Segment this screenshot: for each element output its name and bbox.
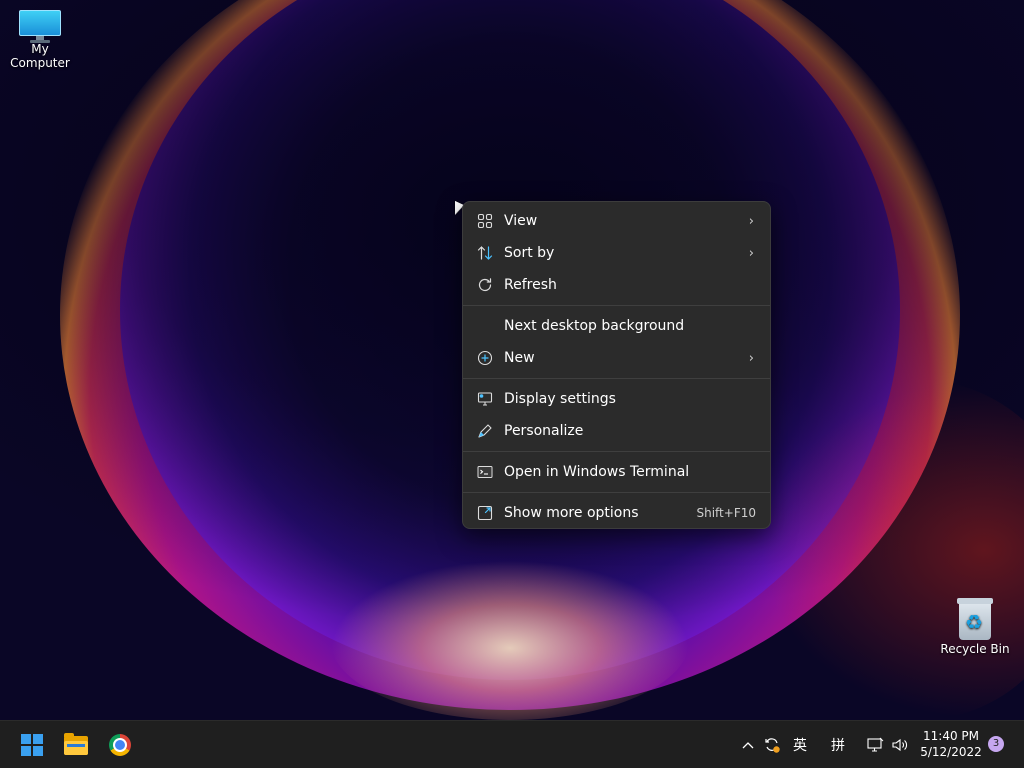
expand-icon <box>476 505 494 521</box>
menu-item-label: Display settings <box>504 391 616 407</box>
menu-separator <box>463 492 770 493</box>
volume-button[interactable] <box>888 721 912 768</box>
recycle-bin-icon: ♻ <box>957 598 993 640</box>
speaker-icon <box>892 738 907 752</box>
chrome-icon <box>109 734 131 756</box>
menu-item-windows-terminal[interactable]: Open in Windows Terminal <box>463 456 770 488</box>
menu-item-personalize[interactable]: Personalize <box>463 415 770 447</box>
ime-mode-button[interactable]: 拼 <box>826 721 850 768</box>
terminal-icon <box>476 464 494 480</box>
menu-separator <box>463 305 770 306</box>
menu-item-label: Next desktop background <box>504 318 685 334</box>
taskbar-file-explorer[interactable] <box>60 729 92 761</box>
menu-separator <box>463 378 770 379</box>
display-icon <box>476 391 494 407</box>
clock-button[interactable]: 11:40 PM 5/12/2022 <box>916 728 986 760</box>
chevron-up-icon <box>742 742 754 749</box>
desktop-icon-label: Recycle Bin <box>940 642 1010 656</box>
show-hidden-icons-button[interactable] <box>738 721 758 768</box>
menu-item-label: Sort by <box>504 245 555 261</box>
taskbar: 英 拼 11:40 PM 5/12/2022 <box>0 720 1024 768</box>
windows-start-icon <box>21 734 43 756</box>
menu-item-display-settings[interactable]: Display settings <box>463 383 770 415</box>
ime-language-button[interactable]: 英 <box>788 721 812 768</box>
notification-badge[interactable]: 3 <box>988 736 1004 752</box>
ime-language-label: 英 <box>793 738 807 754</box>
network-button[interactable] <box>864 721 886 768</box>
shortcut-label: Shift+F10 <box>696 506 756 520</box>
menu-item-label: New <box>504 350 535 366</box>
menu-item-new[interactable]: New › <box>463 342 770 374</box>
sync-warning-icon <box>765 738 780 753</box>
desktop-icon-recycle-bin[interactable]: ♻ Recycle Bin <box>935 598 1015 656</box>
menu-item-label: Personalize <box>504 423 584 439</box>
monitor-icon <box>19 10 61 43</box>
chevron-right-icon: › <box>748 350 754 366</box>
desktop-context-menu: View › Sort by › Refresh Next desktop ba… <box>462 201 771 529</box>
taskbar-chrome[interactable] <box>104 729 136 761</box>
desktop-icon-label: My Computer <box>10 42 70 70</box>
chevron-right-icon: › <box>748 213 754 229</box>
menu-item-label: Open in Windows Terminal <box>504 464 690 480</box>
chevron-right-icon: › <box>748 245 754 261</box>
menu-item-label: Refresh <box>504 277 557 293</box>
menu-separator <box>463 451 770 452</box>
wallpaper-bloom <box>330 560 690 720</box>
menu-item-label: Show more options <box>504 505 639 521</box>
menu-item-next-background[interactable]: Next desktop background <box>463 310 770 342</box>
ime-mode-label: 拼 <box>831 738 845 754</box>
clock-date: 5/12/2022 <box>920 745 982 759</box>
sort-icon <box>476 245 494 261</box>
menu-item-view[interactable]: View › <box>463 205 770 237</box>
menu-item-sort-by[interactable]: Sort by › <box>463 237 770 269</box>
add-circle-icon <box>476 350 494 366</box>
start-button[interactable] <box>16 729 48 761</box>
file-explorer-icon <box>64 732 88 755</box>
menu-item-show-more-options[interactable]: Show more options Shift+F10 <box>463 497 770 529</box>
clock-time: 11:40 PM <box>923 729 979 743</box>
menu-item-refresh[interactable]: Refresh <box>463 269 770 301</box>
view-grid-icon <box>476 213 494 229</box>
pen-icon <box>476 423 494 439</box>
desktop-icon-my-computer[interactable]: My Computer <box>0 10 80 70</box>
tray-sync-button[interactable] <box>760 721 784 768</box>
menu-item-label: View <box>504 213 538 229</box>
refresh-icon <box>476 277 494 293</box>
network-icon <box>867 737 884 752</box>
